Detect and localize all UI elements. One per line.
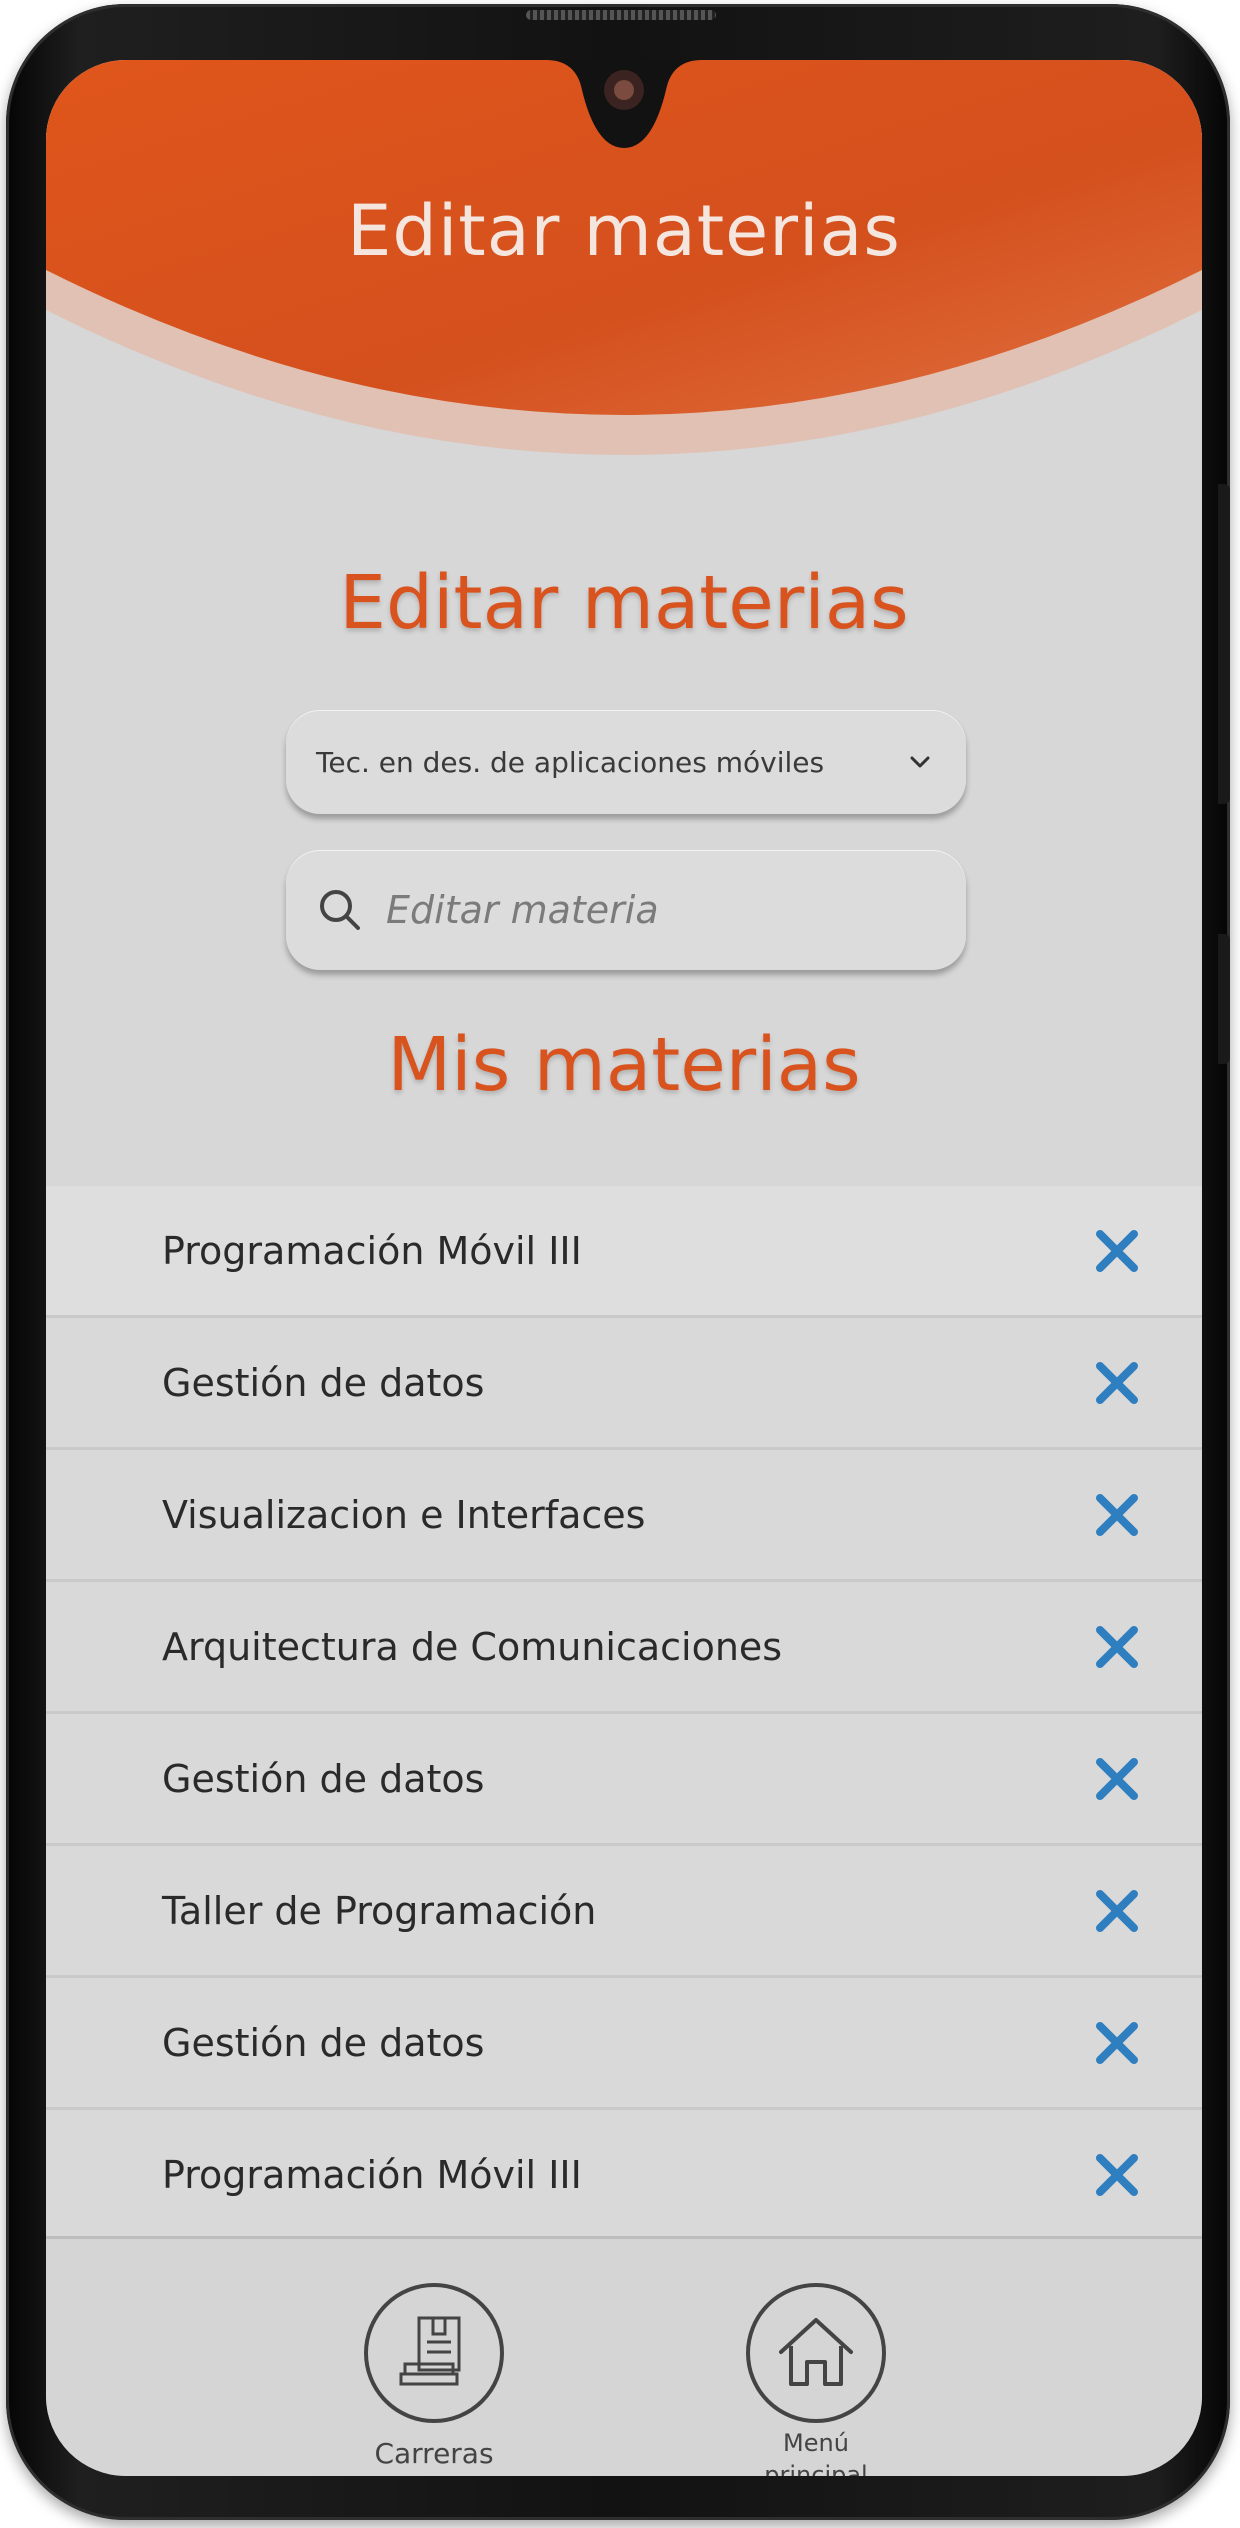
subject-label: Gestión de datos — [162, 1360, 485, 1405]
nav-carreras-circle — [364, 2283, 504, 2423]
speaker-grille — [526, 10, 716, 20]
close-icon[interactable] — [1092, 1358, 1142, 1408]
subject-label: Programación Móvil III — [162, 1228, 582, 1273]
nav-menu-principal-button[interactable]: Menú principal — [686, 2283, 946, 2476]
close-icon[interactable] — [1092, 1226, 1142, 1276]
chevron-down-icon — [904, 746, 936, 778]
list-item: Programación Móvil III — [46, 2110, 1202, 2236]
subject-label: Gestión de datos — [162, 2020, 485, 2065]
book-icon — [399, 2316, 461, 2386]
search-icon — [320, 890, 360, 930]
search-field[interactable] — [286, 850, 966, 970]
power-button — [1218, 934, 1230, 1064]
page-title: Editar materias — [339, 560, 909, 646]
subject-label: Taller de Programación — [162, 1888, 597, 1933]
header-title: Editar materias — [347, 190, 901, 272]
close-icon[interactable] — [1092, 2018, 1142, 2068]
subject-label: Arquitectura de Comunicaciones — [162, 1624, 783, 1669]
list-item: Gestión de datos — [46, 1714, 1202, 1846]
subject-list: Programación Móvil III Gestión de datos … — [46, 1186, 1202, 2236]
close-icon[interactable] — [1092, 1754, 1142, 1804]
list-item: Visualizacion e Interfaces — [46, 1450, 1202, 1582]
nav-carreras-button[interactable]: Carreras — [304, 2283, 564, 2476]
career-select[interactable]: Tec. en des. de aplicaciones móviles — [286, 710, 966, 814]
list-item: Gestión de datos — [46, 1978, 1202, 2110]
close-icon[interactable] — [1092, 1886, 1142, 1936]
camera-notch — [546, 60, 702, 148]
phone-frame: Editar materias Editar materias Tec. en … — [6, 4, 1230, 2520]
list-item: Arquitectura de Comunicaciones — [46, 1582, 1202, 1714]
close-icon[interactable] — [1092, 2150, 1142, 2200]
close-icon[interactable] — [1092, 1622, 1142, 1672]
list-item: Gestión de datos — [46, 1318, 1202, 1450]
subject-label: Gestión de datos — [162, 1756, 485, 1801]
subject-label: Visualizacion e Interfaces — [162, 1492, 646, 1537]
home-icon — [779, 2318, 853, 2386]
list-title: Mis materias — [387, 1022, 861, 1108]
list-item: Programación Móvil III — [46, 1186, 1202, 1318]
nav-carreras-label: Carreras — [374, 2437, 494, 2470]
volume-button — [1218, 484, 1230, 804]
list-item: Taller de Programación — [46, 1846, 1202, 1978]
nav-menu-label: Menú principal — [764, 2429, 868, 2476]
subject-label: Programación Móvil III — [162, 2152, 582, 2197]
nav-menu-circle — [746, 2283, 886, 2423]
career-select-value: Tec. en des. de aplicaciones móviles — [316, 745, 825, 779]
search-input[interactable] — [386, 888, 906, 932]
app-screen: Editar materias Editar materias Tec. en … — [46, 60, 1202, 2476]
bottom-nav: Carreras Menú principal — [46, 2236, 1202, 2476]
close-icon[interactable] — [1092, 1490, 1142, 1540]
